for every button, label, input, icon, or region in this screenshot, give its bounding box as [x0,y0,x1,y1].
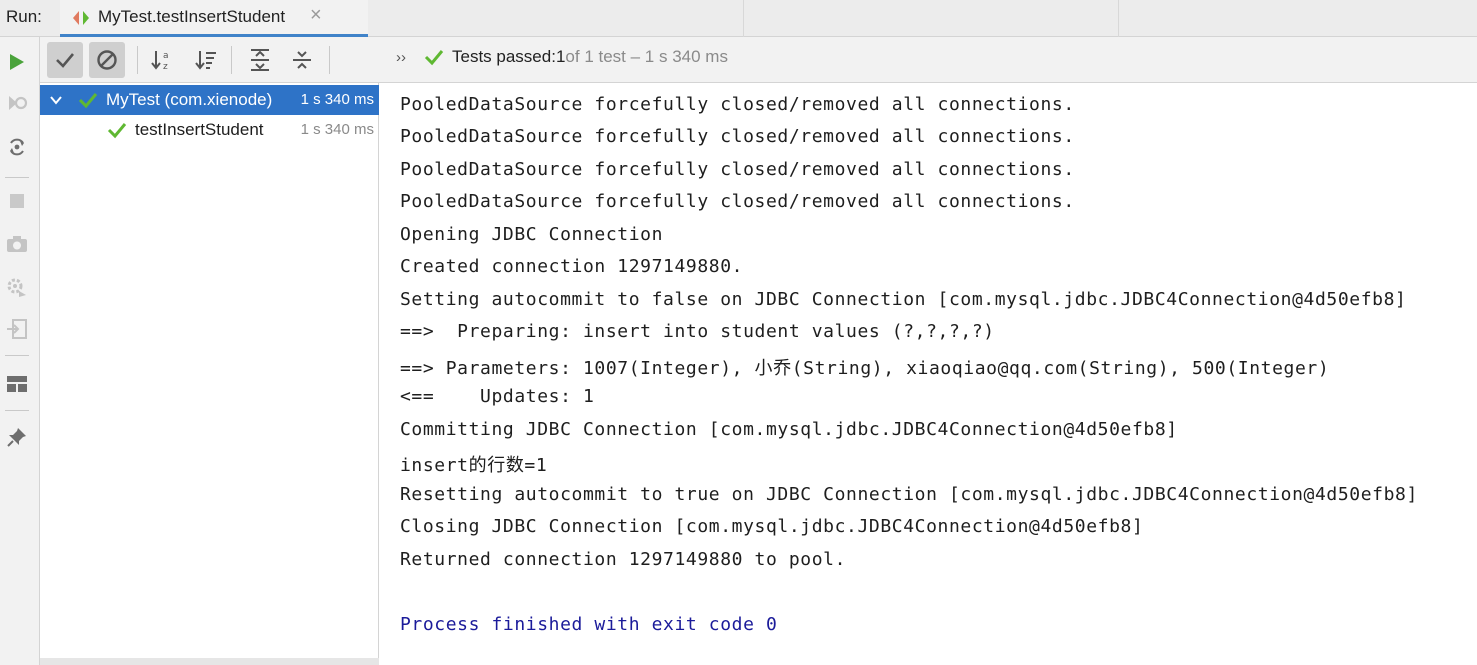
console-output[interactable]: PooledDataSource forcefully closed/remov… [380,83,1477,665]
pin-icon[interactable] [5,425,29,449]
collapse-all-icon[interactable] [284,42,320,78]
strip-divider [5,410,29,411]
expand-all-icon[interactable] [242,42,278,78]
passed-check-icon [107,120,127,140]
svg-text:a: a [163,51,169,61]
test-toolbar: az ›› Tests passed: 1 of 1 test – 1 s 34… [40,37,1477,83]
junit-icon [71,9,91,27]
console-line: Setting autocommit to false on JDBC Conn… [400,289,1407,310]
console-line: ==> Preparing: insert into student value… [400,321,995,342]
tree-item-label: testInsertStudent [135,120,264,139]
tree-item-duration: 1 s 340 ms [300,121,374,138]
more-actions-chevron[interactable]: ›› [396,49,406,66]
tree-item-testinsertstudent[interactable]: testInsertStudent 1 s 340 ms [40,115,379,145]
tree-item-duration: 1 s 340 ms [300,91,374,108]
import-icon[interactable] [5,317,29,341]
status-suffix: of 1 test – 1 s 340 ms [565,47,728,66]
sort-duration-icon[interactable] [188,42,224,78]
console-line: ==> Parameters: 1007(Integer), 小乔(String… [400,358,1330,379]
strip-divider [5,177,29,178]
run-icon[interactable] [5,50,29,74]
console-line: PooledDataSource forcefully closed/remov… [400,94,1075,115]
run-label: Run: [6,7,42,26]
toggle-autotest-icon[interactable] [5,135,29,159]
svg-text:z: z [163,62,168,72]
console-line: PooledDataSource forcefully closed/remov… [400,159,1075,180]
settings-icon[interactable] [5,275,29,299]
run-tool-window-header: Run: MyTest.testInsertStudent × [0,0,1477,37]
left-tool-strip [0,37,40,665]
run-tab[interactable]: MyTest.testInsertStudent × [60,0,368,37]
console-line: insert的行数=1 [400,455,548,476]
console-line: Created connection 1297149880. [400,256,744,277]
header-divider [743,0,744,37]
process-finished-line: Process finished with exit code 0 [400,614,778,635]
tree-item-mytest[interactable]: MyTest (com.xienode) 1 s 340 ms [40,85,379,115]
console-line: Closing JDBC Connection [com.mysql.jdbc.… [400,516,1144,537]
console-line: Resetting autocommit to true on JDBC Con… [400,484,1418,505]
layout-icon[interactable] [5,372,29,396]
console-line: Returned connection 1297149880 to pool. [400,549,847,570]
show-passed-icon[interactable] [47,42,83,78]
passed-check-icon [424,47,444,67]
toolbar-divider [231,46,232,74]
header-divider [1118,0,1119,37]
sort-alpha-icon[interactable]: az [144,42,180,78]
console-line: PooledDataSource forcefully closed/remov… [400,126,1075,147]
snapshot-icon[interactable] [5,232,29,256]
chevron-down-icon[interactable] [49,92,63,106]
console-line: <== Updates: 1 [400,386,595,407]
toolbar-divider [137,46,138,74]
test-status: ›› Tests passed: 1 of 1 test – 1 s 340 m… [396,47,728,67]
test-tree: MyTest (com.xienode) 1 s 340 ms testInse… [40,83,379,665]
horizontal-scrollbar[interactable] [40,658,379,665]
strip-divider [5,355,29,356]
show-ignored-icon[interactable] [89,42,125,78]
run-tab-title: MyTest.testInsertStudent [98,7,286,26]
close-icon[interactable]: × [310,4,322,27]
console-line: Committing JDBC Connection [com.mysql.jd… [400,419,1178,440]
tree-item-label: MyTest (com.xienode) [106,90,273,109]
rerun-failed-icon[interactable] [5,91,29,115]
console-line: Opening JDBC Connection [400,224,664,245]
status-prefix: Tests passed: [452,47,556,66]
toolbar-divider [329,46,330,74]
stop-icon[interactable] [5,189,29,213]
passed-check-icon [78,90,98,110]
status-count: 1 [555,47,566,66]
console-line: PooledDataSource forcefully closed/remov… [400,191,1075,212]
